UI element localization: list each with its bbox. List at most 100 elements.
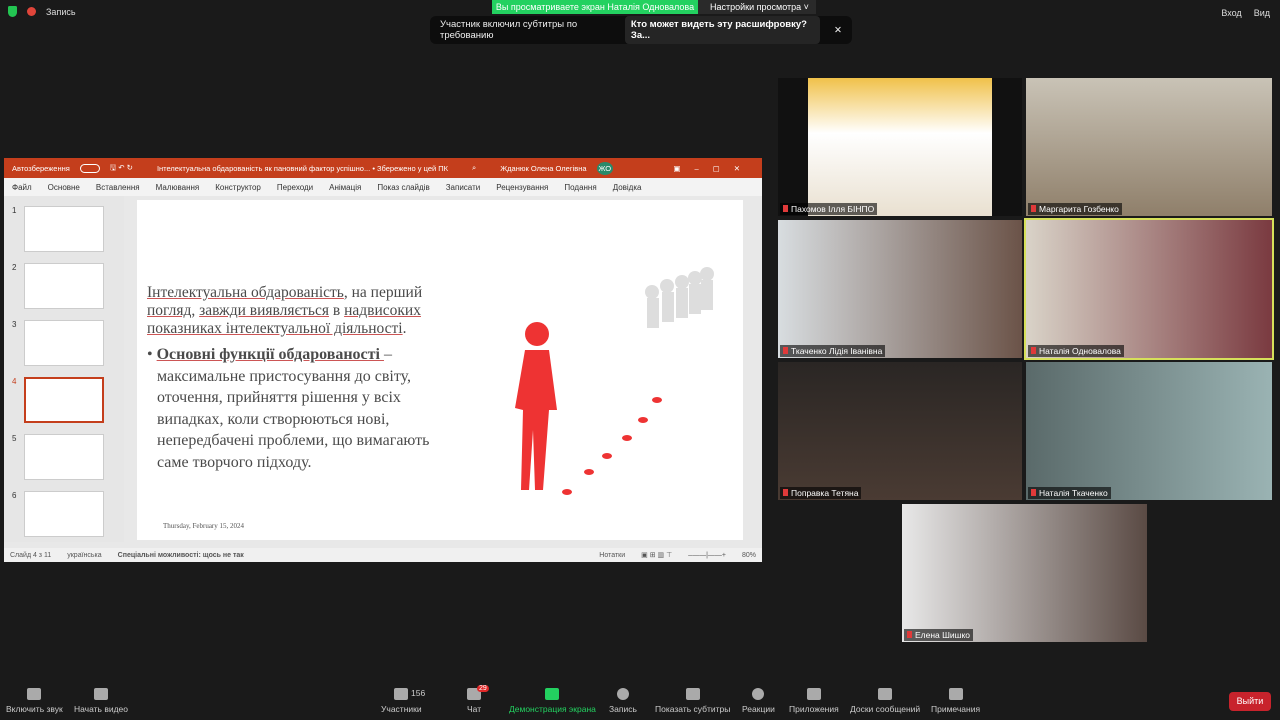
t: завжди виявляється [199, 302, 329, 319]
bullet-text: – максимальне пристосування до світу, от… [157, 346, 430, 471]
recording-indicator[interactable]: Запись [8, 6, 76, 17]
captions-button[interactable]: Показать субтитры [655, 688, 730, 714]
slide-thumbnail[interactable] [24, 434, 104, 480]
tab-draw[interactable]: Малювання [156, 183, 200, 192]
view-icons[interactable]: ▣ ⊞ ▥ ⊤ [641, 551, 672, 559]
muted-mic-icon [27, 688, 42, 700]
accessibility-status[interactable]: Спеціальні можливості: щось не так [118, 552, 244, 559]
view-settings-label: Настройки просмотра [710, 2, 802, 12]
slide-thumbnail[interactable] [24, 320, 104, 366]
window-controls[interactable]: ▣–▢✕ [673, 164, 754, 173]
label: Чат [467, 704, 482, 714]
thumb-number: 4 [12, 377, 17, 386]
tab-transitions[interactable]: Переходи [277, 183, 313, 192]
participant-name: Поправка Тетяна [780, 487, 862, 499]
autosave-toggle[interactable]: Автозбереження [12, 164, 70, 173]
whiteboards-button[interactable]: Доски сообщений [850, 688, 920, 714]
video-tile[interactable]: Поправка Тетяна [778, 362, 1022, 500]
participant-name: Пахомов Ілля БІНПО [780, 203, 878, 215]
t: . [402, 320, 407, 337]
video-tile[interactable]: Елена Шишко [902, 504, 1147, 642]
label: Примечания [931, 704, 981, 714]
unmute-button[interactable]: Включить звук [6, 688, 63, 714]
slide-bullet: • Основні функції обдарованості – максим… [147, 346, 430, 471]
view-settings-button[interactable]: Настройки просмотра ˅ [698, 0, 816, 14]
label: Показать субтитры [655, 704, 731, 714]
slide-paragraph: Інтелектуальна обдарованість, на перший … [147, 284, 447, 338]
thumb-number: 5 [12, 434, 17, 443]
zoom-slider[interactable]: –——|——+ [688, 552, 726, 559]
leave-button[interactable]: Выйти [1229, 692, 1271, 711]
tab-home[interactable]: Основне [48, 183, 80, 192]
tab-file[interactable]: Файл [12, 183, 32, 192]
security-shield-icon[interactable] [8, 6, 17, 17]
search-icon[interactable]: ⌕ [472, 163, 476, 173]
participant-name: Наталія Ткаченко [1028, 487, 1111, 499]
tab-slideshow[interactable]: Показ слайдів [377, 183, 429, 192]
slide-thumbnail[interactable] [24, 206, 104, 252]
slide-canvas[interactable]: Інтелектуальна обдарованість, на перший … [137, 200, 743, 540]
signin-button[interactable]: Вход [1221, 8, 1241, 18]
start-video-button[interactable]: Начать видео [74, 688, 128, 714]
tab-help[interactable]: Довідка [613, 183, 642, 192]
slide-thumbnail-selected[interactable] [24, 377, 104, 423]
video-tile-active-speaker[interactable]: Наталія Одновалова [1024, 218, 1274, 360]
participant-name: Наталія Одновалова [1028, 345, 1124, 357]
participants-button[interactable]: Участники 156 [381, 688, 425, 714]
screen-share-banner: Вы просматриваете экран Наталія Одновало… [492, 0, 698, 14]
share-screen-button[interactable]: Демонстрация экрана [509, 688, 596, 714]
thumb-number: 2 [12, 263, 17, 272]
language[interactable]: українська [67, 552, 101, 559]
slide-counter: Слайд 4 з 11 [10, 551, 52, 559]
tab-design[interactable]: Конструктор [215, 183, 261, 192]
apps-button[interactable]: Приложения [789, 688, 839, 714]
ppt-titlebar: Автозбереження 🖫 ↶ ↻ Інтелектуальна обда… [4, 158, 762, 178]
slide-body: Інтелектуальна обдарованість, на перший … [147, 284, 447, 473]
label: Демонстрация экрана [509, 704, 596, 714]
captions-notification: Участник включил субтитры по требованию … [430, 16, 852, 44]
notes-button[interactable]: Примечания [931, 688, 980, 714]
close-icon[interactable]: ✕ [834, 25, 842, 36]
status-bar: Слайд 4 з 11 українська Спеціальні можли… [4, 548, 762, 562]
record-icon [27, 7, 36, 16]
record-button[interactable]: Запись [609, 688, 637, 714]
whiteboard-icon [878, 688, 893, 700]
video-tile[interactable]: Маргарита Гозбенко [1026, 78, 1272, 216]
tab-view[interactable]: Подання [564, 183, 596, 192]
tab-insert[interactable]: Вставлення [96, 183, 140, 192]
video-tile[interactable]: Пахомов Ілля БІНПО [778, 78, 1022, 216]
transcript-visibility-link[interactable]: Кто может видеть эту расшифровку? За... [624, 16, 821, 44]
participant-name: Маргарита Гозбенко [1028, 203, 1122, 215]
avatar[interactable]: ЖО [596, 161, 614, 175]
view-button[interactable]: Вид [1254, 8, 1270, 18]
share-icon [545, 688, 560, 700]
thumb-number: 3 [12, 320, 17, 329]
label: Запись [609, 704, 637, 714]
toggle-icon[interactable] [79, 163, 100, 173]
slide-thumbnail[interactable] [24, 491, 104, 537]
chat-badge: 29 [477, 685, 489, 692]
chat-button[interactable]: Чат 29 [467, 685, 489, 714]
reactions-button[interactable]: Реакции [742, 688, 775, 714]
video-tile[interactable]: Ткаченко Лідія Іванівна [778, 220, 1022, 358]
tab-record[interactable]: Записати [446, 183, 481, 192]
tab-review[interactable]: Рецензування [496, 183, 548, 192]
t: , [191, 302, 200, 319]
t: погляд [147, 302, 192, 319]
t: , на перший [343, 284, 423, 301]
slide-date: Thursday, February 15, 2024 [163, 522, 245, 530]
notes-button[interactable]: Нотатки [599, 552, 625, 559]
label: Начать видео [74, 704, 129, 714]
document-title: Інтелектуальна обдарованість як пановний… [156, 163, 449, 173]
video-tile[interactable]: Наталія Ткаченко [1026, 362, 1272, 500]
participant-name: Ткаченко Лідія Іванівна [780, 345, 886, 357]
save-icon[interactable]: 🖫 ↶ ↻ [110, 162, 133, 175]
zoom-level[interactable]: 80% [742, 552, 756, 559]
slide-thumbnail[interactable] [24, 263, 104, 309]
thumb-number: 6 [12, 491, 17, 500]
record-icon [616, 688, 629, 700]
tab-animations[interactable]: Анімація [329, 183, 361, 192]
shared-powerpoint-window: Автозбереження 🖫 ↶ ↻ Інтелектуальна обда… [4, 158, 762, 562]
notice-text: Участник включил субтитры по требованию [440, 19, 578, 41]
participant-name: Елена Шишко [904, 629, 974, 641]
